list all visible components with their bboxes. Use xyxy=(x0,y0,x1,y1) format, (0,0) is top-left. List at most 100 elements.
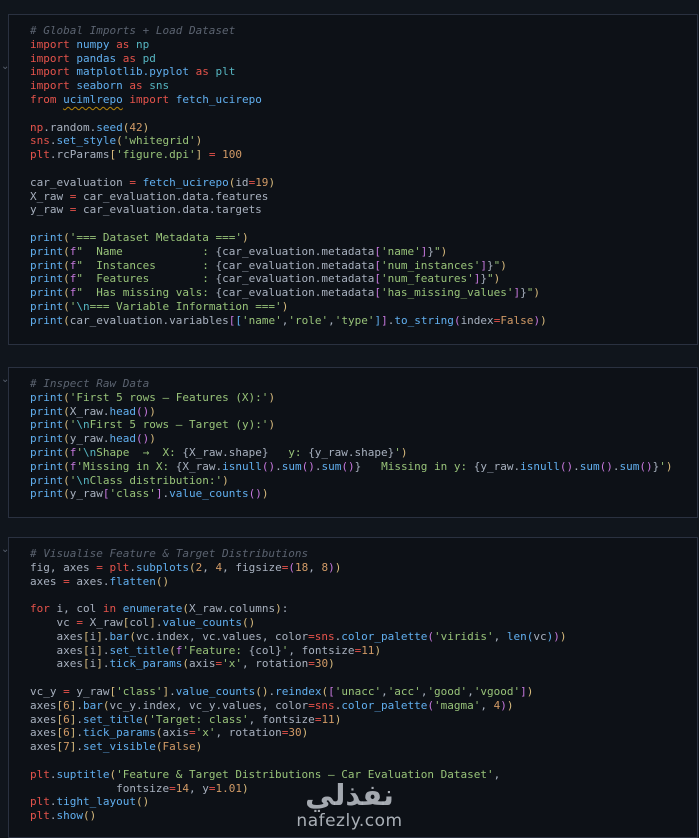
code-line[interactable]: axes[i].set_title(f'Feature: {col}', fon… xyxy=(30,644,693,658)
code-line[interactable]: import pandas as pd xyxy=(30,52,693,66)
code-line[interactable] xyxy=(30,217,693,231)
token-function: bar xyxy=(83,698,103,712)
token-bracket: ] xyxy=(96,643,103,657)
token-string: 'name' xyxy=(381,244,421,258)
token-text: {y_raw. xyxy=(473,459,521,473)
code-line[interactable]: import numpy as np xyxy=(30,38,693,52)
code-line[interactable]: print('=== Dataset Metadata ===') xyxy=(30,231,693,245)
token-string: ' xyxy=(394,445,401,459)
token-number: 100 xyxy=(222,148,242,162)
token-text: . xyxy=(76,726,83,740)
code-line[interactable] xyxy=(30,671,693,685)
token-text: vc xyxy=(30,615,77,629)
code-line[interactable]: # Visualise Feature & Target Distributio… xyxy=(30,547,693,561)
code-line[interactable]: print(car_evaluation.variables[['name','… xyxy=(30,314,693,328)
token-string: 'Target: class' xyxy=(149,712,249,726)
token-bracket: ] xyxy=(96,629,103,643)
code-line[interactable]: axes = axes.flatten() xyxy=(30,575,693,589)
code-line[interactable]: print(X_raw.head()) xyxy=(30,405,693,419)
token-escape: \n xyxy=(76,418,90,432)
code-line[interactable]: plt.rcParams['figure.dpi'] = 100 xyxy=(30,148,693,162)
code-line[interactable]: print(f" Has missing vals: {car_evaluati… xyxy=(30,286,693,300)
token-function: print xyxy=(30,313,64,327)
code-line[interactable]: print('\nFirst 5 rows — Target (y):') xyxy=(30,418,693,432)
code-line[interactable]: axes[6].set_title('Target: class', fonts… xyxy=(30,713,693,727)
code-line[interactable]: from ucimlrepo import fetch_ucirepo xyxy=(30,93,693,107)
token-function: print xyxy=(30,390,64,404)
code-line[interactable]: print(f" Features : {car_evaluation.meta… xyxy=(30,272,693,286)
code-line[interactable]: axes[6].tick_params(axis='x', rotation=3… xyxy=(30,726,693,740)
code-line[interactable]: print('\n=== Variable Information ===') xyxy=(30,300,693,314)
code-line[interactable]: car_evaluation = fetch_ucirepo(id=19) xyxy=(30,176,693,190)
code-editor[interactable]: # Inspect Raw Data print('First 5 rows — … xyxy=(9,368,697,501)
token-text: . xyxy=(76,712,83,726)
token-text: . xyxy=(169,684,176,698)
code-line[interactable]: vc_y = y_raw['class'].value_counts().rei… xyxy=(30,685,693,699)
token-text: axis xyxy=(162,726,189,740)
code-line[interactable]: plt.show() xyxy=(30,809,693,823)
token-keyword: sns xyxy=(314,698,335,712)
token-bracket: ) xyxy=(665,459,673,473)
code-line[interactable]: print('\nClass distribution:') xyxy=(30,474,693,488)
code-line[interactable]: axes[i].bar(vc.index, vc.values, color=s… xyxy=(30,630,693,644)
code-line[interactable]: axes[i].tick_params(axis='x', rotation=3… xyxy=(30,657,693,671)
code-line[interactable]: plt.tight_layout() xyxy=(30,795,693,809)
token-keyword: = xyxy=(169,781,176,795)
code-line[interactable]: print(f" Name : {car_evaluation.metadata… xyxy=(30,245,693,259)
chevron-down-icon[interactable]: ⌄ xyxy=(1,375,9,385)
code-line[interactable]: vc = X_raw[col].value_counts() xyxy=(30,616,693,630)
code-line[interactable]: axes[7].set_visible(False) xyxy=(30,740,693,754)
token-bracket: () xyxy=(241,615,256,629)
token-text: axes xyxy=(30,698,57,712)
code-line[interactable]: print(f" Instances : {car_evaluation.met… xyxy=(30,259,693,273)
token-text: vc xyxy=(533,629,547,643)
code-line[interactable]: for i, col in enumerate(X_raw.columns): xyxy=(30,602,693,616)
chevron-down-icon[interactable]: ⌄ xyxy=(1,545,9,555)
code-line[interactable]: print(y_raw['class'].value_counts()) xyxy=(30,487,693,501)
token-bracket: ) xyxy=(301,726,309,740)
code-line[interactable]: axes[6].bar(vc_y.index, vc_y.values, col… xyxy=(30,699,693,713)
token-bracket: ) xyxy=(500,698,507,712)
token-string: 'num_features' xyxy=(381,272,474,286)
token-bracket: ) xyxy=(222,473,229,487)
code-editor[interactable]: # Visualise Feature & Target Distributio… xyxy=(9,538,697,823)
code-line[interactable]: # Global Imports + Load Dataset xyxy=(30,24,693,38)
code-line[interactable] xyxy=(30,107,693,121)
code-line[interactable]: print(f'Missing in X: {X_raw.isnull().su… xyxy=(30,460,693,474)
code-line[interactable] xyxy=(30,588,693,602)
token-function: ucimlrepo xyxy=(63,92,123,106)
token-function: value_counts xyxy=(162,615,242,629)
code-line[interactable]: y_raw = car_evaluation.data.targets xyxy=(30,203,693,217)
code-line[interactable] xyxy=(30,754,693,768)
code-line[interactable]: # Inspect Raw Data xyxy=(30,377,693,391)
token-text: y_raw xyxy=(69,487,103,501)
code-line[interactable]: X_raw = car_evaluation.data.features xyxy=(30,190,693,204)
notebook-editor: ⌄ ⌄ ⌄ # Global Imports + Load Dataset imp… xyxy=(0,0,699,838)
code-line[interactable]: fontsize=14, y=1.01) xyxy=(30,782,693,796)
token-string: 'Feature: xyxy=(182,643,249,657)
token-bracket: ( xyxy=(63,473,70,487)
token-string: === Variable Information ===' xyxy=(89,299,282,313)
token-keyword: = xyxy=(308,629,315,643)
chevron-down-icon[interactable]: ⌄ xyxy=(1,62,9,72)
token-keyword: import xyxy=(129,92,176,106)
token-bracket: () xyxy=(136,432,150,446)
token-bracket: ( xyxy=(116,134,123,148)
code-line[interactable]: print(f'\nShape → X: {X_raw.shape} y: {y… xyxy=(30,446,693,460)
code-line[interactable]: import seaborn as sns xyxy=(30,79,693,93)
code-line[interactable]: plt.suptitle('Feature & Target Distribut… xyxy=(30,768,693,782)
token-function: fetch_ucirepo xyxy=(142,175,229,189)
code-editor[interactable]: # Global Imports + Load Dataset import nu… xyxy=(9,15,697,328)
token-number: 11 xyxy=(321,712,335,726)
token-function: print xyxy=(30,230,64,244)
code-line[interactable]: np.random.seed(42) xyxy=(30,121,693,135)
token-function: set_style xyxy=(56,134,117,148)
token-bracket: ) xyxy=(553,629,560,643)
code-line[interactable]: print(y_raw.head()) xyxy=(30,432,693,446)
token-text: X_raw.columns xyxy=(188,602,276,616)
code-line[interactable]: print('First 5 rows — Features (X):') xyxy=(30,391,693,405)
code-line[interactable]: import matplotlib.pyplot as plt xyxy=(30,65,693,79)
code-line[interactable] xyxy=(30,162,693,176)
code-line[interactable]: fig, axes = plt.subplots(2, 4, figsize=(… xyxy=(30,561,693,575)
code-line[interactable]: sns.set_style('whitegrid') xyxy=(30,134,693,148)
